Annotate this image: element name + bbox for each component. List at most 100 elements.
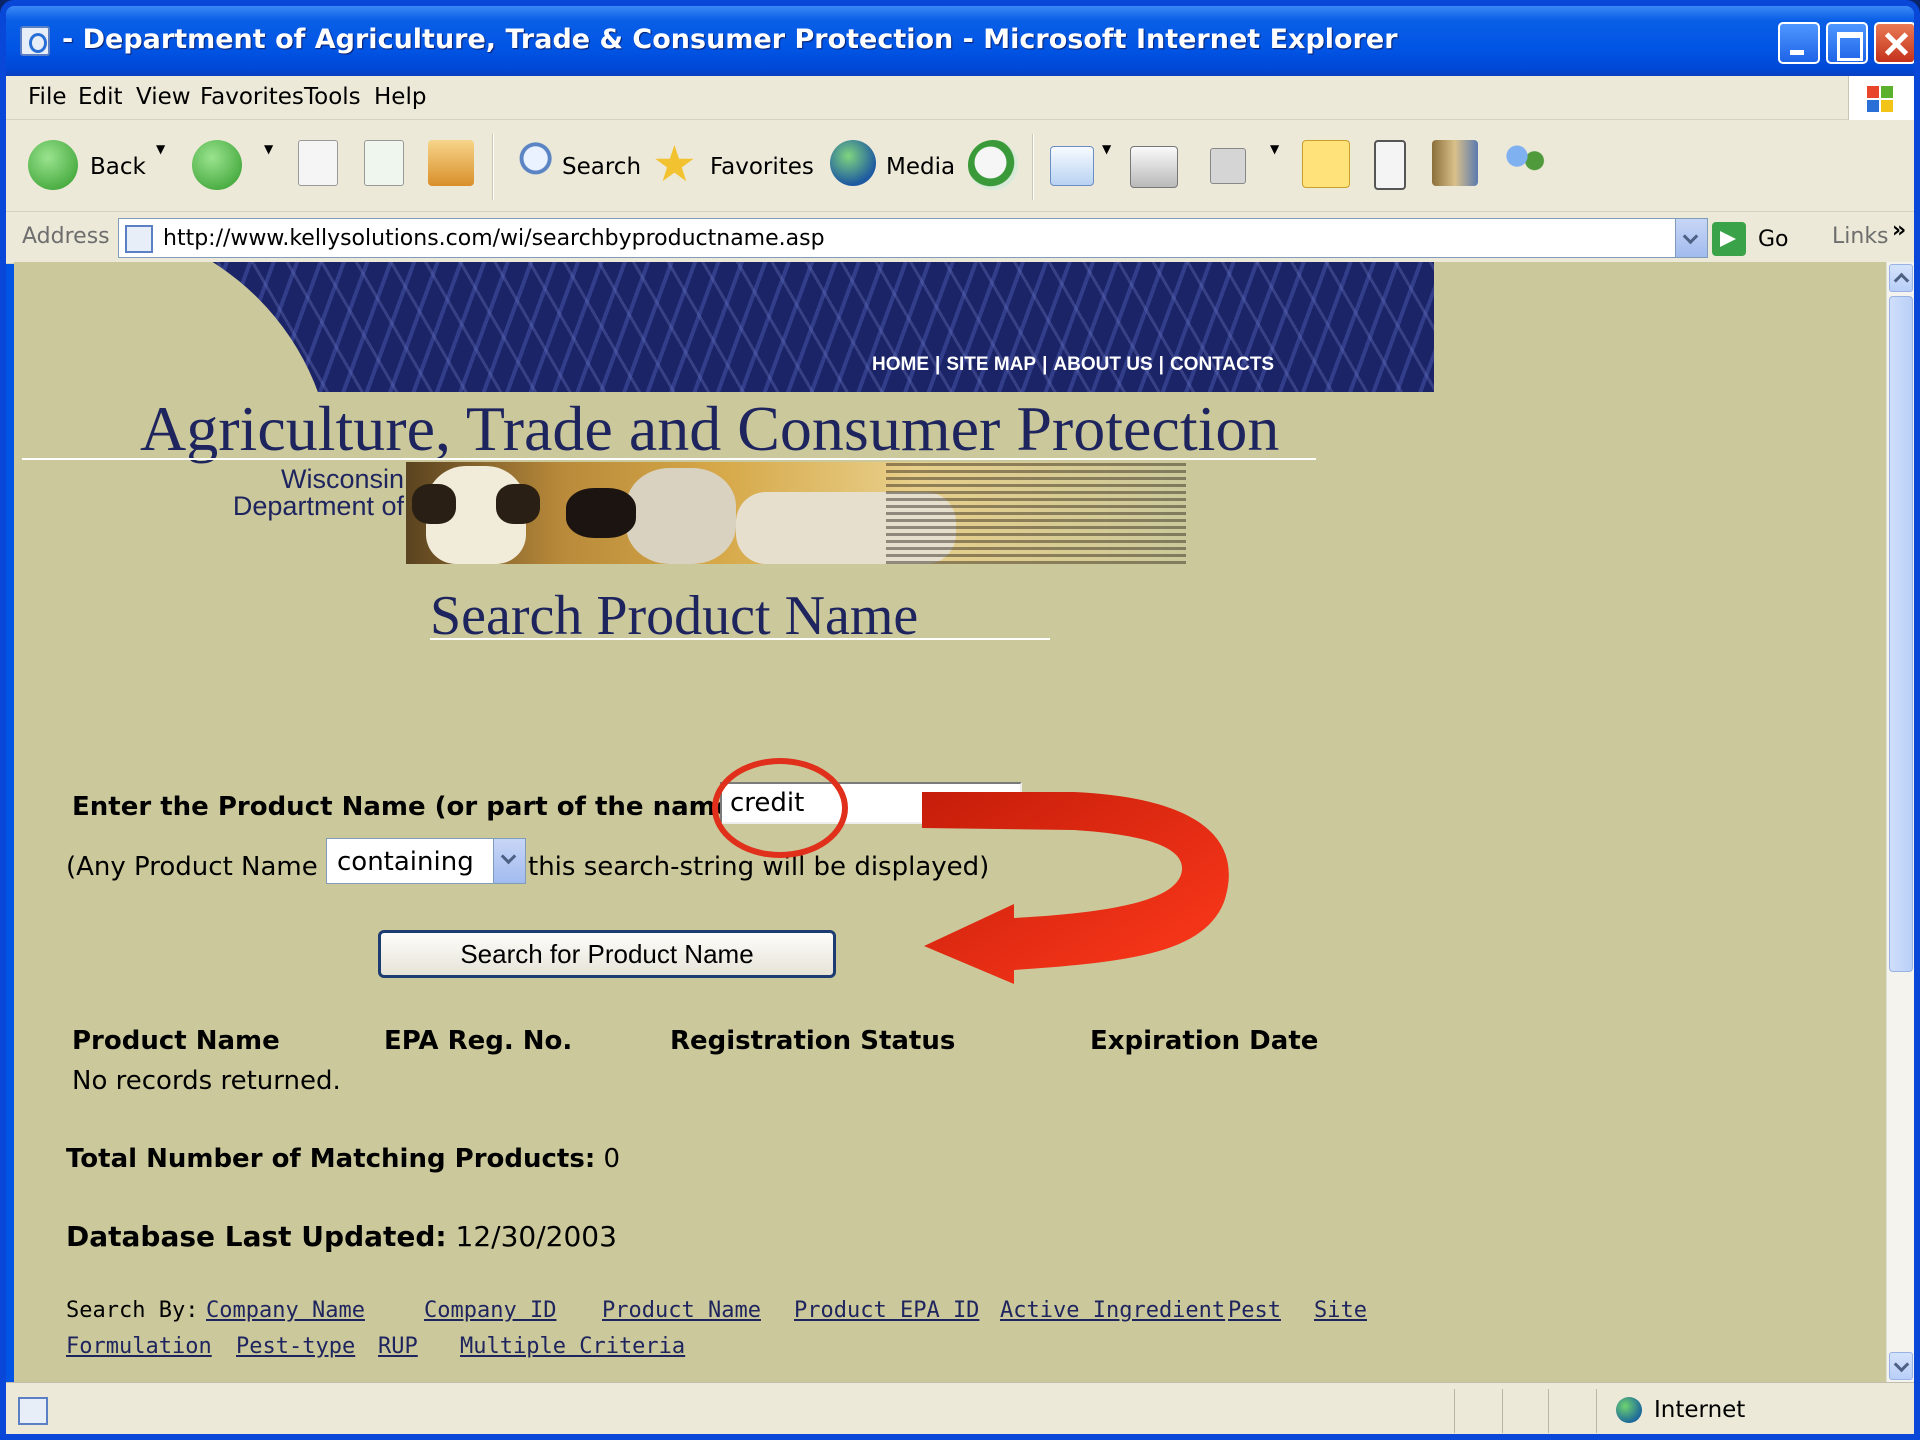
nav-about-us[interactable]: ABOUT US xyxy=(1053,354,1152,375)
nav-site-map[interactable]: SITE MAP xyxy=(946,354,1036,375)
status-bar: Internet xyxy=(6,1382,1914,1434)
refresh-icon xyxy=(364,140,404,186)
search-by-label: Search By: xyxy=(66,1298,199,1323)
database-updated: Database Last Updated: 12/30/2003 xyxy=(66,1220,617,1253)
url-text[interactable]: http://www.kellysolutions.com/wi/searchb… xyxy=(163,226,825,251)
search-by-site[interactable]: Site xyxy=(1314,1298,1367,1323)
toolbar-separator xyxy=(1032,134,1034,200)
history-button[interactable] xyxy=(968,140,1018,192)
back-arrow-icon xyxy=(28,140,78,190)
messenger-device-button[interactable] xyxy=(1374,140,1414,192)
links-label[interactable]: Links xyxy=(1832,224,1889,249)
links-chevron-icon[interactable]: » xyxy=(1892,218,1906,243)
research-books-icon xyxy=(1432,140,1478,186)
stop-button[interactable] xyxy=(298,140,338,192)
search-button[interactable]: Search xyxy=(508,140,641,192)
menu-edit[interactable]: Edit xyxy=(78,84,123,110)
toolbar: Back ▼ ▼ Search ★ Favorites Media ▼ ▼ xyxy=(6,120,1914,212)
forward-button[interactable] xyxy=(192,140,242,192)
edit-dropdown-icon[interactable]: ▼ xyxy=(1270,142,1279,156)
search-by-pest-type[interactable]: Pest-type xyxy=(236,1334,355,1359)
address-label: Address xyxy=(22,224,110,249)
mail-button[interactable] xyxy=(1050,140,1098,192)
media-button[interactable]: Media xyxy=(830,140,955,192)
search-product-button[interactable]: Search for Product Name xyxy=(378,930,836,978)
toolbar-separator xyxy=(492,134,494,200)
minimize-button[interactable] xyxy=(1778,22,1820,64)
discuss-button[interactable] xyxy=(1302,140,1352,192)
cattle-photo xyxy=(406,462,1186,564)
search-by-formulation[interactable]: Formulation xyxy=(66,1334,212,1359)
menu-file[interactable]: File xyxy=(28,84,67,110)
title-bar[interactable]: - Department of Agriculture, Trade & Con… xyxy=(6,6,1914,76)
home-button[interactable] xyxy=(428,140,476,192)
search-icon xyxy=(508,140,554,186)
agency-subtitle: Wisconsin Department of xyxy=(232,464,404,521)
search-by-pest[interactable]: Pest xyxy=(1228,1298,1281,1323)
col-expiration-date: Expiration Date xyxy=(1090,1026,1319,1056)
page-viewport: HOME | SITE MAP | ABOUT US | CONTACTS Agricult… xyxy=(14,262,1886,1382)
address-dropdown-icon[interactable] xyxy=(1675,219,1707,257)
scroll-down-icon[interactable] xyxy=(1889,1352,1913,1380)
scroll-thumb[interactable] xyxy=(1889,296,1913,972)
messenger-button[interactable] xyxy=(1502,140,1556,192)
search-by-product-name[interactable]: Product Name xyxy=(602,1298,761,1323)
search-by-product-epa-id[interactable]: Product EPA ID xyxy=(794,1298,979,1323)
nav-home[interactable]: HOME xyxy=(872,354,929,375)
home-icon xyxy=(428,140,474,186)
device-icon xyxy=(1374,140,1406,190)
address-field[interactable]: http://www.kellysolutions.com/wi/searchb… xyxy=(118,218,1708,258)
col-registration-status: Registration Status xyxy=(670,1026,956,1056)
search-by-active-ingredient[interactable]: Active Ingredient xyxy=(1000,1298,1225,1323)
windows-logo-icon xyxy=(1848,76,1914,120)
maximize-button[interactable] xyxy=(1826,22,1868,64)
close-button[interactable] xyxy=(1874,22,1914,64)
search-by-company-id[interactable]: Company ID xyxy=(424,1298,556,1323)
history-icon xyxy=(968,140,1018,190)
forward-dropdown-icon[interactable]: ▼ xyxy=(264,142,273,156)
page-icon xyxy=(125,225,153,253)
back-dropdown-icon[interactable]: ▼ xyxy=(156,142,165,156)
search-by-rup[interactable]: RUP xyxy=(378,1334,418,1359)
menu-tools[interactable]: Tools xyxy=(304,84,361,110)
menu-help[interactable]: Help xyxy=(374,84,426,110)
mail-icon xyxy=(1050,146,1094,186)
research-button[interactable] xyxy=(1432,140,1482,192)
browser-chrome: File Edit View Favorites Tools Help Back… xyxy=(6,76,1914,264)
note-icon xyxy=(1302,140,1350,188)
match-mode-select[interactable]: containing xyxy=(326,838,526,884)
vertical-scrollbar[interactable] xyxy=(1886,262,1914,1382)
search-by-multiple-criteria[interactable]: Multiple Criteria xyxy=(460,1334,685,1359)
edit-button[interactable] xyxy=(1210,140,1250,192)
forward-arrow-icon xyxy=(192,140,242,190)
go-button[interactable]: Go xyxy=(1712,220,1822,258)
search-by-company-name[interactable]: Company Name xyxy=(206,1298,365,1323)
heading-rule xyxy=(430,638,1050,640)
col-product-name: Product Name xyxy=(72,1026,280,1056)
refresh-button[interactable] xyxy=(364,140,404,192)
favorites-star-icon: ★ xyxy=(652,135,697,193)
scroll-up-icon[interactable] xyxy=(1889,264,1913,292)
chevron-down-icon[interactable] xyxy=(493,839,525,883)
product-name-label: Enter the Product Name (or part of the n… xyxy=(72,792,756,822)
print-icon xyxy=(1130,146,1178,188)
menu-favorites[interactable]: Favorites xyxy=(200,84,304,110)
empty-results-message: No records returned. xyxy=(72,1066,341,1096)
annotation-circle xyxy=(712,758,848,858)
match-prefix-text: (Any Product Name xyxy=(66,852,318,882)
mail-dropdown-icon[interactable]: ▼ xyxy=(1102,142,1111,156)
menu-view[interactable]: View xyxy=(136,84,191,110)
favorites-button[interactable]: ★ Favorites xyxy=(652,135,814,193)
go-arrow-icon xyxy=(1712,222,1746,256)
security-zone: Internet xyxy=(1654,1397,1746,1423)
agency-title: Agriculture, Trade and Consumer Protecti… xyxy=(140,393,1280,464)
back-button[interactable]: Back xyxy=(28,140,148,192)
edit-icon xyxy=(1210,148,1246,184)
ie-page-icon xyxy=(20,26,50,56)
print-button[interactable] xyxy=(1130,140,1180,192)
header-rule xyxy=(22,458,1316,460)
browser-window: - Department of Agriculture, Trade & Con… xyxy=(0,0,1920,1440)
col-epa-reg: EPA Reg. No. xyxy=(384,1026,573,1056)
stop-icon xyxy=(298,140,338,186)
nav-contacts[interactable]: CONTACTS xyxy=(1170,354,1274,375)
